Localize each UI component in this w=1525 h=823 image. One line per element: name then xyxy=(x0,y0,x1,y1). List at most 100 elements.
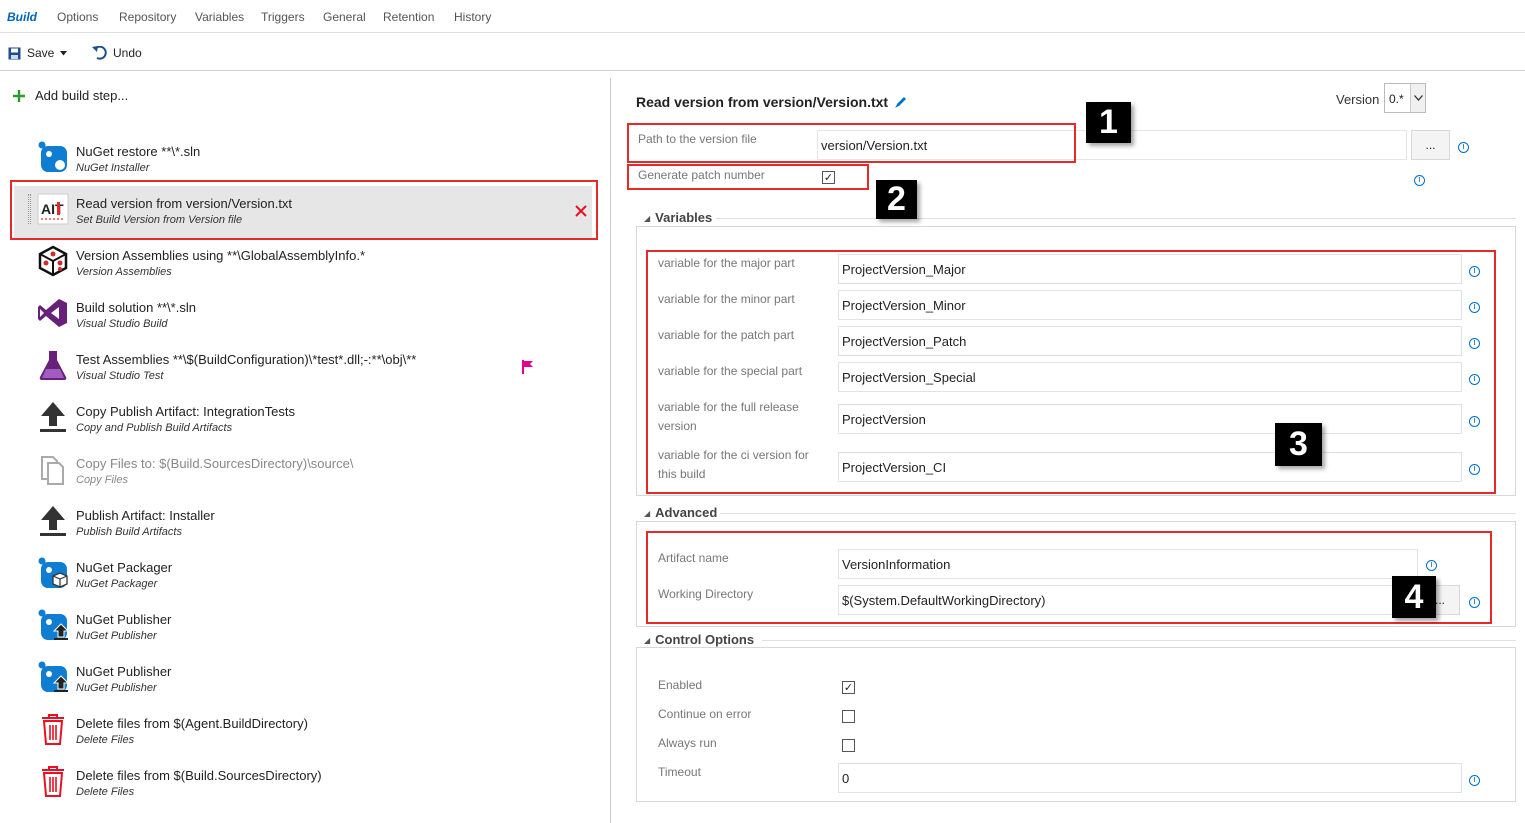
tab-retention[interactable]: Retention xyxy=(383,10,434,24)
enabled-checkbox[interactable]: ✓ xyxy=(842,681,855,694)
annotation-box-1 xyxy=(627,123,1076,163)
timeout-input[interactable]: 0 xyxy=(838,763,1462,793)
trash-icon xyxy=(36,712,70,746)
variables-section-header[interactable]: ◢ Variables xyxy=(644,210,712,225)
continue-on-error-label: Continue on error xyxy=(658,707,752,721)
step-subtitle: Visual Studio Build xyxy=(76,318,168,330)
build-step-test-assemblies[interactable]: Test Assemblies **\$(BuildConfiguration)… xyxy=(30,342,590,394)
control-options-title: Control Options xyxy=(655,632,755,647)
step-subtitle: NuGet Publisher xyxy=(76,630,157,642)
visual-studio-icon xyxy=(36,296,70,330)
browse-path-button[interactable]: ... xyxy=(1411,130,1450,160)
undo-icon xyxy=(92,46,107,60)
step-title: NuGet Packager xyxy=(76,560,173,575)
step-title: NuGet Publisher xyxy=(76,664,172,679)
nuget-icon xyxy=(36,140,70,174)
variables-rule xyxy=(716,218,1516,219)
tab-triggers[interactable]: Triggers xyxy=(261,10,305,24)
step-subtitle: Visual Studio Test xyxy=(76,370,164,382)
timeout-info-icon[interactable]: i xyxy=(1469,775,1480,786)
build-step-nuget-publisher-2[interactable]: NuGet Publisher NuGet Publisher xyxy=(30,654,590,706)
copy-files-icon xyxy=(36,452,70,486)
build-step-nuget-restore[interactable]: NuGet restore **\*.sln NuGet Installer xyxy=(30,134,590,186)
callout-3: 3 xyxy=(1275,423,1322,466)
callout-2: 2 xyxy=(876,180,917,219)
advanced-rule xyxy=(720,513,1516,514)
collapse-triangle-icon: ◢ xyxy=(644,509,651,518)
chevron-down-icon[interactable] xyxy=(60,50,68,56)
step-title: Publish Artifact: Installer xyxy=(76,508,215,523)
step-title: Version Assemblies using **\GlobalAssemb… xyxy=(76,248,366,263)
pane-splitter[interactable] xyxy=(610,78,611,823)
timeout-label: Timeout xyxy=(658,765,701,779)
path-info-icon[interactable]: i xyxy=(1458,142,1469,153)
advanced-section-header[interactable]: ◢ Advanced xyxy=(644,505,717,520)
step-title: NuGet Publisher xyxy=(76,612,172,627)
build-step-nuget-packager[interactable]: NuGet Packager NuGet Packager xyxy=(30,550,590,602)
step-title: Copy Files to: $(Build.SourcesDirectory)… xyxy=(76,456,354,471)
build-step-delete-files[interactable]: Delete files from $(Agent.BuildDirectory… xyxy=(30,706,590,758)
nuget-publisher-icon xyxy=(36,608,70,642)
chevron-down-icon xyxy=(1413,95,1423,101)
tab-options[interactable]: Options xyxy=(57,10,98,24)
trash-icon xyxy=(36,764,70,798)
save-label: Save xyxy=(27,46,55,60)
version-value: 0.* xyxy=(1389,92,1404,106)
callout-1: 1 xyxy=(1086,102,1131,143)
step-subtitle: Version Assemblies xyxy=(76,266,172,278)
upload-arrow-icon xyxy=(36,504,70,538)
step-title: Build solution **\*.sln xyxy=(76,300,196,315)
version-label: Version xyxy=(1336,92,1380,107)
step-title: Test Assemblies **\$(BuildConfiguration)… xyxy=(76,352,417,367)
step-subtitle: NuGet Packager xyxy=(76,578,158,590)
task-title-row: Read version from version/Version.txt xyxy=(636,94,908,110)
step-title: Copy Publish Artifact: IntegrationTests xyxy=(76,404,295,419)
tab-divider xyxy=(0,32,1525,33)
collapse-triangle-icon: ◢ xyxy=(644,636,651,645)
callout-4: 4 xyxy=(1392,576,1436,618)
build-step-nuget-publisher[interactable]: NuGet Publisher NuGet Publisher xyxy=(30,602,590,654)
build-step-publish-artifact[interactable]: Publish Artifact: Installer Publish Buil… xyxy=(30,498,590,550)
step-title: Delete files from $(Agent.BuildDirectory… xyxy=(76,716,308,731)
step-subtitle: Copy and Publish Build Artifacts xyxy=(76,422,233,434)
enabled-label: Enabled xyxy=(658,678,703,692)
task-title: Read version from version/Version.txt xyxy=(636,94,889,110)
add-build-step-button[interactable]: Add build step... xyxy=(12,88,128,103)
build-step-version-assemblies[interactable]: Version Assemblies using **\GlobalAssemb… xyxy=(30,238,590,290)
pencil-icon[interactable] xyxy=(894,95,908,109)
toolbar-divider xyxy=(0,70,1525,71)
tab-variables[interactable]: Variables xyxy=(195,10,244,24)
annotation-box-selected-step xyxy=(10,180,598,240)
undo-label: Undo xyxy=(113,46,142,60)
advanced-section-title: Advanced xyxy=(655,505,718,520)
build-step-copy-files[interactable]: Copy Files to: $(Build.SourcesDirectory)… xyxy=(30,446,590,498)
tab-history[interactable]: History xyxy=(454,10,491,24)
tab-build[interactable]: Build xyxy=(7,10,37,24)
nuget-publisher-icon xyxy=(36,660,70,694)
step-subtitle: NuGet Installer xyxy=(76,162,150,174)
add-build-step-label: Add build step... xyxy=(35,88,129,103)
nuget-packager-icon xyxy=(36,556,70,590)
build-step-copy-publish-artifact[interactable]: Copy Publish Artifact: IntegrationTests … xyxy=(30,394,590,446)
patch-info-icon[interactable]: i xyxy=(1414,175,1425,186)
always-run-checkbox[interactable] xyxy=(842,739,855,752)
build-step-delete-files-2[interactable]: Delete files from $(Build.SourcesDirecto… xyxy=(30,758,590,810)
build-step-build-solution[interactable]: Build solution **\*.sln Visual Studio Bu… xyxy=(30,290,590,342)
save-button[interactable]: Save xyxy=(8,44,68,62)
cube-icon xyxy=(36,244,70,278)
version-select[interactable]: 0.* xyxy=(1384,83,1426,113)
version-dropdown-arrow[interactable] xyxy=(1410,84,1425,112)
tab-repository[interactable]: Repository xyxy=(119,10,176,24)
step-subtitle: Copy Files xyxy=(76,474,128,486)
annotation-box-3 xyxy=(646,250,1496,494)
control-options-rule xyxy=(762,640,1516,641)
tab-general[interactable]: General xyxy=(323,10,366,24)
upload-arrow-icon xyxy=(36,400,70,434)
step-subtitle: Delete Files xyxy=(76,786,135,798)
control-options-section-header[interactable]: ◢ Control Options xyxy=(644,632,754,647)
step-subtitle: Publish Build Artifacts xyxy=(76,526,182,538)
step-subtitle: Delete Files xyxy=(76,734,135,746)
flask-icon xyxy=(36,348,70,382)
undo-button[interactable]: Undo xyxy=(92,44,142,62)
continue-on-error-checkbox[interactable] xyxy=(842,710,855,723)
